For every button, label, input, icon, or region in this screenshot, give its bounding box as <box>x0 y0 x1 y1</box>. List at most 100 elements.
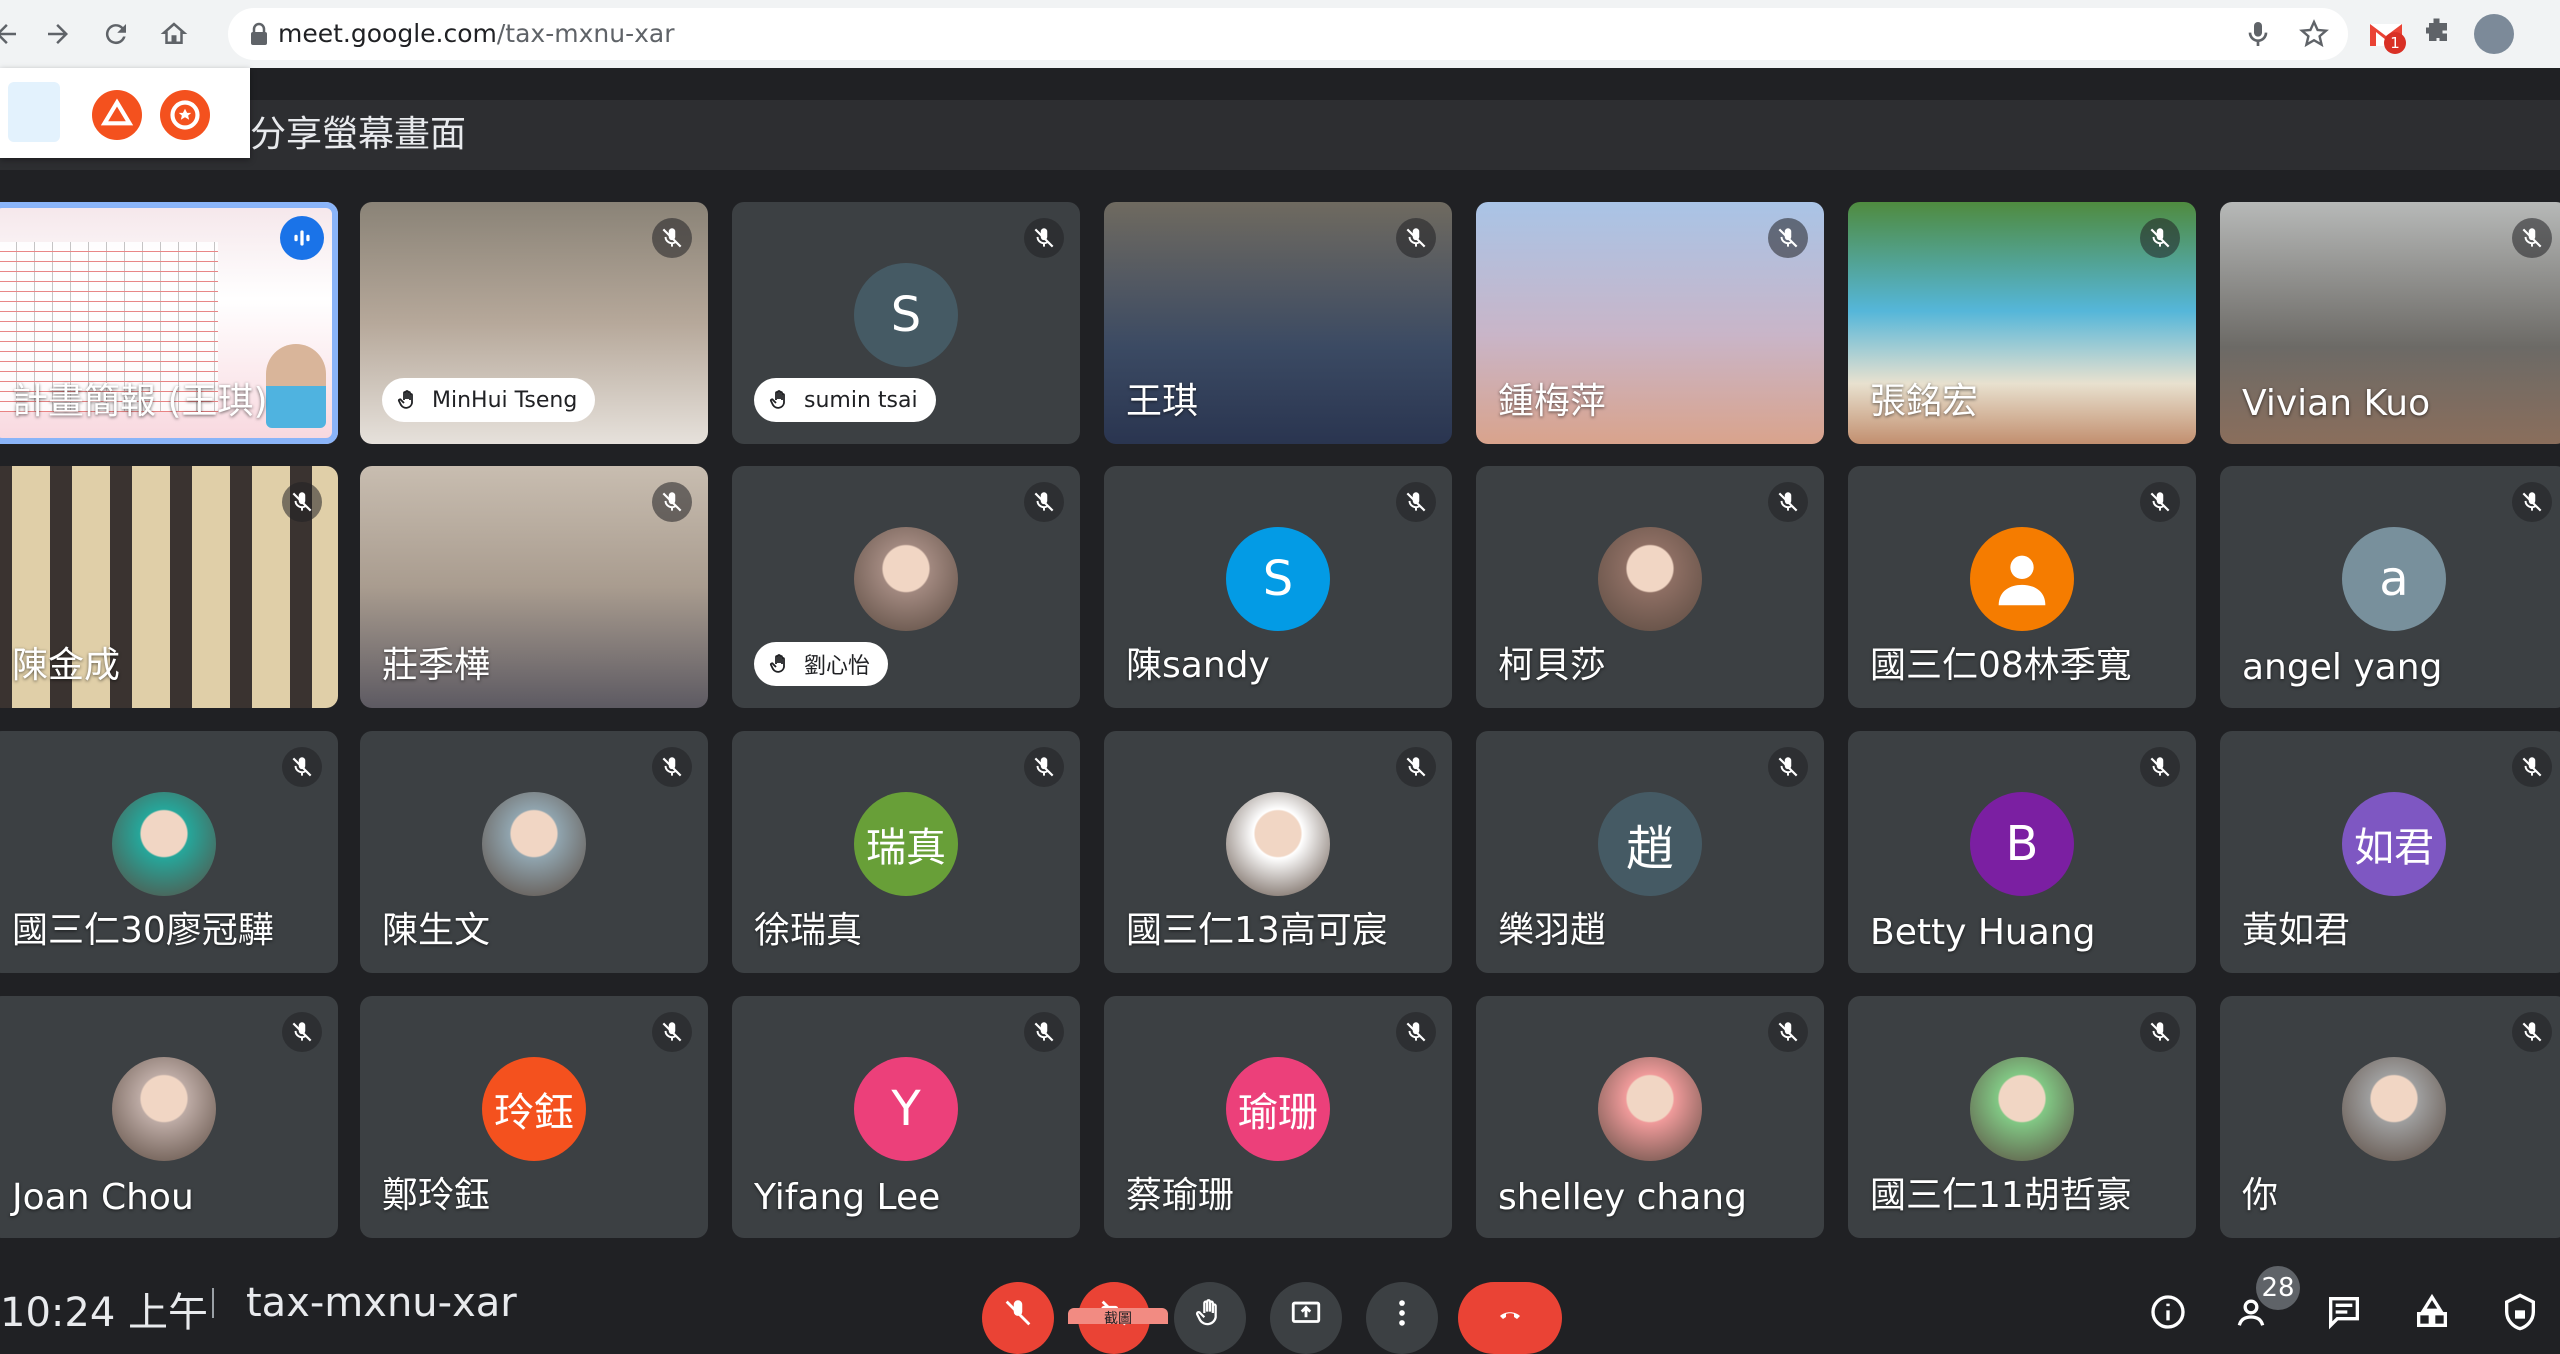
participant-name: 張銘宏 <box>1870 381 1979 422</box>
raised-hand-chip: MinHui Tseng <box>382 378 596 422</box>
participant-name: 國三仁30廖冠驊 <box>12 910 274 951</box>
participant-name: 蔡瑜珊 <box>1126 1175 1235 1216</box>
url-text[interactable]: meet.google.com/tax-mxnu-xar <box>278 8 675 60</box>
hangup-icon <box>1500 1312 1520 1319</box>
participant-tile[interactable]: Joan Chou <box>0 996 338 1238</box>
participant-tile[interactable]: 鍾梅萍 <box>1476 202 1824 444</box>
participant-count-badge: 28 <box>2256 1266 2300 1310</box>
participant-avatar: a <box>2342 527 2446 631</box>
raised-hand-chip: 劉心怡 <box>754 642 889 686</box>
participant-tile[interactable]: 瑞真 徐瑞真 <box>732 731 1080 973</box>
participant-name: 劉心怡 <box>804 654 871 679</box>
raise-hand-button[interactable] <box>1174 1282 1246 1354</box>
participant-tile[interactable]: B Betty Huang <box>1848 731 2196 973</box>
present-screen-button[interactable] <box>1270 1282 1342 1354</box>
participant-name: Joan Chou <box>12 1177 194 1218</box>
classroom-extension-icon[interactable] <box>8 82 60 142</box>
participant-tile[interactable]: 國三仁13高可宸 <box>1104 731 1452 973</box>
more-options-button[interactable] <box>1366 1282 1438 1354</box>
participant-tile[interactable]: MinHui Tseng <box>360 202 708 444</box>
gmail-badge: 1 <box>2384 32 2406 54</box>
participant-name: Yifang Lee <box>754 1177 941 1218</box>
muted-microphone-icon <box>1024 1012 1064 1052</box>
participant-avatar <box>1226 792 1330 896</box>
participant-tile[interactable]: 張銘宏 <box>1848 202 2196 444</box>
participant-avatar <box>1598 1057 1702 1161</box>
microphone-icon[interactable] <box>2242 18 2274 50</box>
participant-tile[interactable]: 國三仁11胡哲豪 <box>1848 996 2196 1238</box>
participant-avatar: 瑜珊 <box>1226 1057 1330 1161</box>
leave-call-button[interactable] <box>1458 1282 1562 1354</box>
participant-avatar: 趙 <box>1598 792 1702 896</box>
participant-avatar <box>2342 1057 2446 1161</box>
participant-tile[interactable]: 陳生文 <box>360 731 708 973</box>
participant-tile[interactable]: 王琪 <box>1104 202 1452 444</box>
participant-tile[interactable]: 柯貝莎 <box>1476 466 1824 708</box>
participant-tile[interactable]: 國三仁08林季寬 <box>1848 466 2196 708</box>
participant-avatar: S <box>1226 527 1330 631</box>
participant-avatar <box>1970 527 2074 631</box>
extensions-puzzle-icon[interactable] <box>2420 14 2460 54</box>
muted-microphone-icon <box>2512 482 2552 522</box>
participant-name: 莊季樺 <box>382 645 491 686</box>
drive-extension-icon[interactable] <box>92 90 142 140</box>
home-icon[interactable] <box>152 12 196 56</box>
participant-name: shelley chang <box>1498 1177 1747 1218</box>
participant-tile[interactable]: 陳金成 <box>0 466 338 708</box>
participant-tile[interactable]: 如君 黃如君 <box>2220 731 2560 973</box>
reload-icon[interactable] <box>94 12 138 56</box>
muted-microphone-icon <box>1396 747 1436 787</box>
badge-extension-icon[interactable] <box>160 90 210 140</box>
participant-tile[interactable]: 國三仁30廖冠驊 <box>0 731 338 973</box>
participant-tile[interactable]: 劉心怡 <box>732 466 1080 708</box>
participant-name: 黃如君 <box>2242 910 2351 951</box>
presenter-thumbnail <box>266 344 326 428</box>
muted-microphone-icon <box>652 218 692 258</box>
participant-tile[interactable]: Y Yifang Lee <box>732 996 1080 1238</box>
participant-name: 鄭玲鈺 <box>382 1175 491 1216</box>
participant-name: angel yang <box>2242 647 2443 688</box>
browser-toolbar: meet.google.com/tax-mxnu-xar 1 <box>0 0 2560 68</box>
muted-microphone-icon <box>1768 482 1808 522</box>
hand-icon <box>770 390 785 409</box>
participant-tile[interactable]: Vivian Kuo <box>2220 202 2560 444</box>
participant-avatar <box>112 1057 216 1161</box>
raised-hand-chip: sumin tsai <box>754 378 936 422</box>
participant-avatar <box>854 527 958 631</box>
info-icon[interactable] <box>2148 1292 2188 1332</box>
host-controls-icon[interactable] <box>2500 1292 2540 1332</box>
muted-microphone-icon <box>1768 218 1808 258</box>
profile-avatar[interactable] <box>2474 14 2514 54</box>
gmail-extension-icon[interactable]: 1 <box>2366 14 2406 54</box>
extension-popup <box>0 68 250 158</box>
participant-tile[interactable]: 計畫簡報 (王琪) <box>0 202 338 444</box>
participant-avatar: Y <box>854 1057 958 1161</box>
hand-icon <box>770 654 785 673</box>
participant-tile[interactable]: 莊季樺 <box>360 466 708 708</box>
participant-name: sumin tsai <box>804 387 918 413</box>
participant-tile[interactable]: 你 <box>2220 996 2560 1238</box>
bookmark-star-icon[interactable] <box>2298 18 2330 50</box>
muted-microphone-icon <box>1396 1012 1436 1052</box>
participant-name: 你 <box>2242 1175 2279 1216</box>
participant-tile[interactable]: S 陳sandy <box>1104 466 1452 708</box>
activities-icon[interactable] <box>2412 1292 2452 1332</box>
participant-tile[interactable]: a angel yang <box>2220 466 2560 708</box>
lock-icon[interactable] <box>248 21 270 47</box>
chat-icon[interactable] <box>2324 1292 2364 1332</box>
muted-microphone-icon <box>1024 747 1064 787</box>
microphone-off-button[interactable] <box>982 1282 1054 1354</box>
participant-tile[interactable]: shelley chang <box>1476 996 1824 1238</box>
participant-tile[interactable]: Ssumin tsai <box>732 202 1080 444</box>
participant-tile[interactable]: 趙樂羽趙 <box>1476 731 1824 973</box>
participant-tile[interactable]: 瑜珊蔡瑜珊 <box>1104 996 1452 1238</box>
participant-name: 陳sandy <box>1126 645 1270 686</box>
participant-tile[interactable]: 玲鈺 鄭玲鈺 <box>360 996 708 1238</box>
participant-name: 王琪 <box>1126 381 1199 422</box>
muted-microphone-icon <box>282 747 322 787</box>
muted-microphone-icon <box>282 482 322 522</box>
back-icon[interactable] <box>0 12 28 56</box>
address-bar[interactable]: meet.google.com/tax-mxnu-xar <box>228 8 2348 60</box>
muted-microphone-icon <box>2512 218 2552 258</box>
forward-icon[interactable] <box>36 12 80 56</box>
